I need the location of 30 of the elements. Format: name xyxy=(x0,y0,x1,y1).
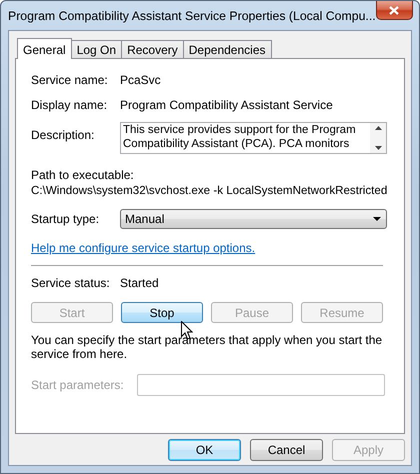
description-line: Compatibility Assistant (PCA). PCA monitors xyxy=(123,137,350,151)
scroll-down-icon[interactable] xyxy=(374,146,382,150)
help-link[interactable]: Help me configure service startup options. xyxy=(31,241,256,255)
description-line: This service provides support for the Program xyxy=(123,123,357,137)
scroll-up-icon[interactable] xyxy=(374,126,382,130)
startup-type-dropdown[interactable]: Manual xyxy=(120,209,387,229)
field-label: Service name: xyxy=(31,73,109,87)
field-label: Path to executable: xyxy=(31,168,135,182)
path-value: C:\Windows\system32\svchost.exe -k LocalSystemNetworkRestricted xyxy=(31,184,387,197)
start-parameters-note: You can specify the start parameters that apply when you start the service from here. xyxy=(31,333,384,361)
field-value: PcaSvc xyxy=(120,73,161,87)
field-label: Description: xyxy=(31,128,96,142)
dropdown-arrow-icon xyxy=(373,217,381,221)
field-label: Start parameters: xyxy=(31,378,125,392)
dialog-button[interactable]: Cancel xyxy=(250,439,323,461)
tab[interactable]: Recovery xyxy=(121,40,184,58)
field-label: Service status: xyxy=(31,276,111,290)
field-label: Display name: xyxy=(31,98,108,112)
tab[interactable]: Log On xyxy=(70,40,122,58)
field-label: Startup type: xyxy=(31,212,100,226)
field-value: Program Compatibility Assistant Service xyxy=(120,98,333,112)
status-value: Started xyxy=(120,276,159,290)
close-icon xyxy=(389,6,400,14)
tab[interactable]: General xyxy=(17,38,72,59)
service-button[interactable]: Stop xyxy=(121,302,203,323)
dialog-button[interactable]: OK xyxy=(168,439,241,461)
scrollbar[interactable] xyxy=(370,123,386,153)
window-title: Program Compatibility Assistant Service Properties (Local Compu... xyxy=(8,8,376,22)
tab[interactable]: Dependencies xyxy=(182,40,272,58)
close-button[interactable] xyxy=(376,1,413,20)
